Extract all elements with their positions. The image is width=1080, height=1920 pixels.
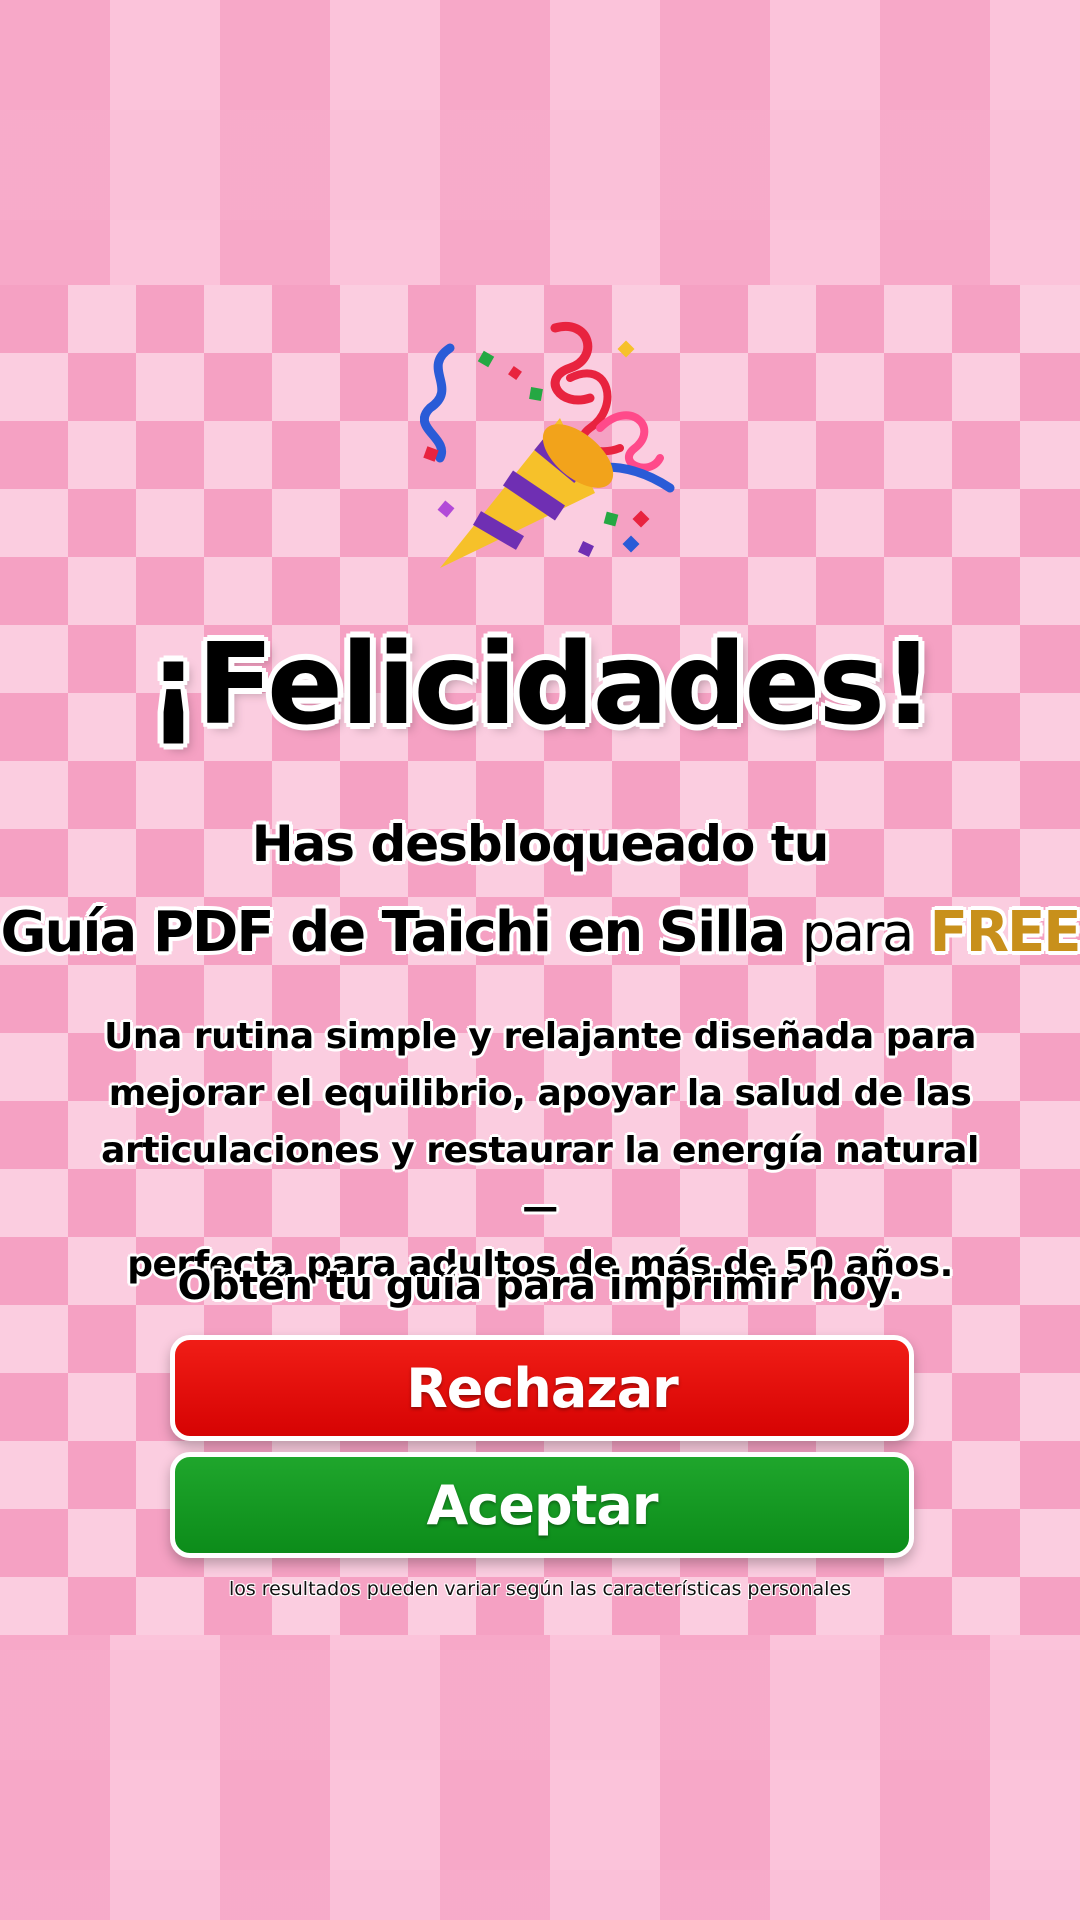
subtitle-para: para: [801, 904, 914, 964]
headline: ¡Felicidades!: [147, 620, 934, 750]
accept-button[interactable]: Aceptar: [170, 1452, 914, 1558]
subtitle-guide-name: Guía PDF de Taichi en Silla: [0, 900, 787, 965]
free-badge-text: FREE: [929, 900, 1080, 965]
popup-content: ¡Felicidades! Has desbloqueado tu Guía P…: [0, 0, 1080, 1920]
description-line: mejorar el equilibrio, apoyar la salud d…: [108, 1073, 972, 1114]
description-line: Una rutina simple y relajante diseñada p…: [104, 1016, 976, 1057]
disclaimer: los resultados pueden variar según las c…: [228, 1578, 852, 1600]
reject-button[interactable]: Rechazar: [170, 1335, 914, 1441]
cta-text: Obtén tu guía para imprimir hoy.: [177, 1263, 903, 1309]
party-popper-icon: [420, 321, 675, 568]
description: Una rutina simple y relajante diseñada p…: [100, 1008, 980, 1293]
subtitle-line-2: Guía PDF de Taichi en Silla para FREE: [0, 900, 1080, 965]
subtitle-line-1: Has desbloqueado tu: [251, 815, 830, 873]
description-line: articulaciones y restaurar la energía na…: [101, 1130, 979, 1228]
